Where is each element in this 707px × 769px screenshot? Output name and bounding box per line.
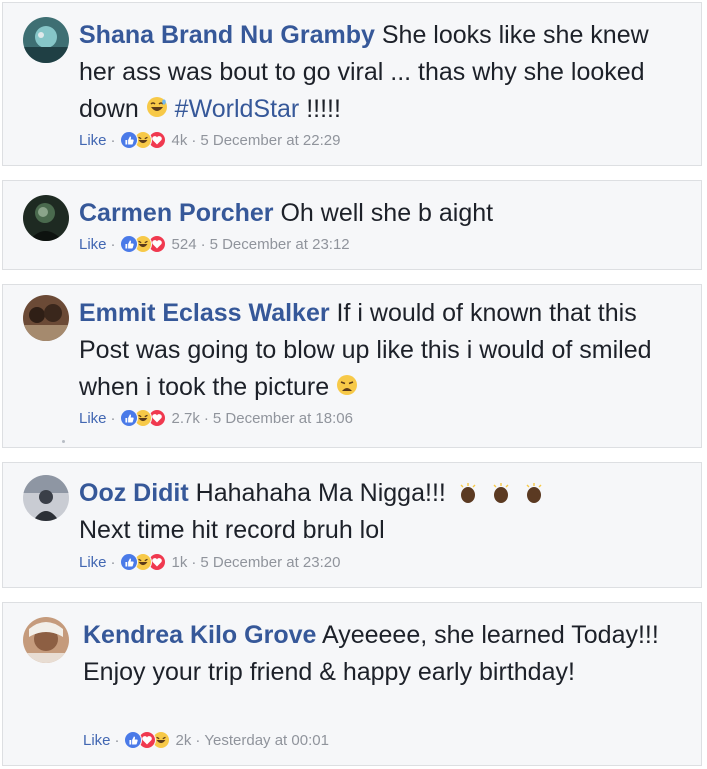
comment-meta: Like · 4k · 5 December at 22:29: [79, 131, 340, 149]
separator-dot: ·: [114, 731, 120, 749]
comment-author[interactable]: Emmit Eclass Walker: [79, 299, 330, 327]
avatar[interactable]: [23, 617, 69, 663]
like-reaction-icon: [119, 235, 138, 253]
comment-card: Kendrea Kilo Grove Ayeeeee, she learned …: [2, 602, 702, 766]
comment-meta: Like · 2.7k · 5 December at 18:06: [79, 409, 353, 427]
comment-meta: Like · 524 · 5 December at 23:12: [79, 235, 350, 253]
reaction-icons[interactable]: [119, 131, 166, 149]
like-reaction-icon: [119, 409, 138, 427]
comment-meta: Like · 2k · Yesterday at 00:01: [83, 731, 329, 749]
avatar[interactable]: [23, 195, 69, 241]
like-button[interactable]: Like: [79, 554, 107, 571]
like-reaction-icon: [119, 553, 138, 571]
like-button[interactable]: Like: [79, 236, 107, 253]
comment-card: Emmit Eclass Walker If i would of known …: [2, 284, 702, 448]
reaction-count[interactable]: 2k: [176, 732, 192, 749]
comment-body: Ooz Didit Hahahaha Ma Nigga!!! Next time…: [79, 475, 661, 549]
separator-dot: ·: [110, 409, 116, 427]
comment-meta: Like · 1k · 5 December at 23:20: [79, 553, 340, 571]
comment-timestamp[interactable]: 5 December at 23:12: [210, 236, 350, 253]
comment-body: Kendrea Kilo Grove Ayeeeee, she learned …: [83, 617, 661, 691]
like-reaction-icon: [123, 731, 142, 749]
separator-dot: ·: [203, 409, 209, 427]
comment-author[interactable]: Carmen Porcher: [79, 199, 274, 227]
like-button[interactable]: Like: [83, 732, 111, 749]
like-button[interactable]: Like: [79, 410, 107, 427]
hashtag-link[interactable]: #WorldStar: [175, 95, 300, 123]
reaction-icons[interactable]: [119, 553, 166, 571]
separator-dot: ·: [110, 553, 116, 571]
reaction-icons[interactable]: [119, 235, 166, 253]
comment-card: Carmen Porcher Oh well she b aight Like …: [2, 180, 702, 270]
comment-timestamp[interactable]: 5 December at 18:06: [213, 410, 353, 427]
like-button[interactable]: Like: [79, 132, 107, 149]
reaction-count[interactable]: 1k: [172, 554, 188, 571]
clapping-hands-emoji-icon: [453, 479, 545, 507]
separator-dot: ·: [110, 235, 116, 253]
comment-text: Oh well she b aight: [280, 199, 494, 227]
reaction-icons[interactable]: [119, 409, 166, 427]
reaction-count[interactable]: 4k: [172, 132, 188, 149]
comment-author[interactable]: Shana Brand Nu Gramby: [79, 21, 375, 49]
separator-dot: ·: [110, 131, 116, 149]
comment-body: Emmit Eclass Walker If i would of known …: [79, 295, 661, 407]
comment-text: Hahahaha Ma Nigga!!!: [195, 479, 446, 507]
separator-dot: ·: [191, 553, 197, 571]
reaction-count[interactable]: 2.7k: [172, 410, 200, 427]
separator-dot: ·: [200, 235, 206, 253]
grinning-sweat-emoji-icon: [146, 92, 168, 129]
comment-card: Ooz Didit Hahahaha Ma Nigga!!! Next time…: [2, 462, 702, 588]
reaction-icons[interactable]: [123, 731, 170, 749]
comment-card: Shana Brand Nu Gramby She looks like she…: [2, 2, 702, 166]
comment-timestamp[interactable]: 5 December at 23:20: [200, 554, 340, 571]
comment-timestamp[interactable]: Yesterday at 00:01: [204, 732, 329, 749]
comment-text-suffix: !!!!!: [299, 95, 341, 123]
comment-author[interactable]: Ooz Didit: [79, 479, 189, 507]
avatar[interactable]: [23, 295, 69, 341]
reaction-count[interactable]: 524: [172, 236, 197, 253]
comment-body: Shana Brand Nu Gramby She looks like she…: [79, 17, 661, 129]
comment-timestamp[interactable]: 5 December at 22:29: [200, 132, 340, 149]
tired-face-emoji-icon: [336, 370, 358, 407]
separator-dot: ·: [195, 731, 201, 749]
like-reaction-icon: [119, 131, 138, 149]
comment-author[interactable]: Kendrea Kilo Grove: [83, 621, 316, 649]
comment-body: Carmen Porcher Oh well she b aight: [79, 195, 661, 232]
comment-text-second-line: Next time hit record bruh lol: [79, 516, 385, 544]
stray-dot: [62, 440, 65, 443]
avatar[interactable]: [23, 17, 69, 63]
avatar[interactable]: [23, 475, 69, 521]
separator-dot: ·: [191, 131, 197, 149]
